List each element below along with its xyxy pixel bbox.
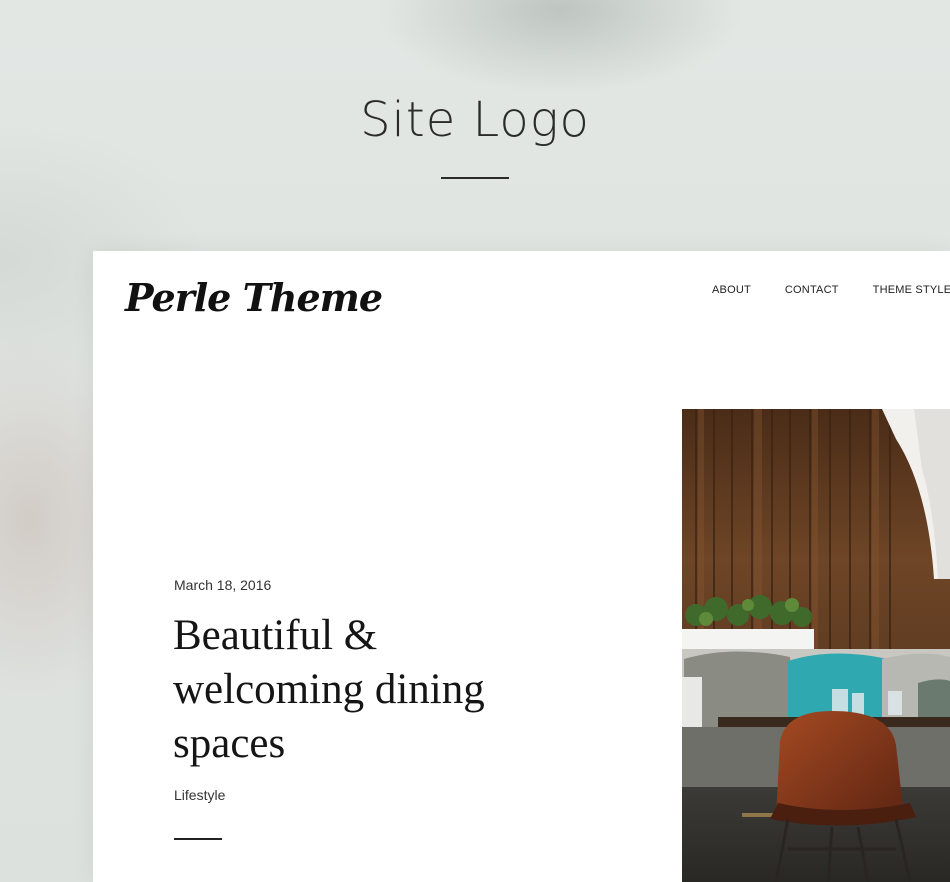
site-logo[interactable]: Perle Theme [125, 275, 383, 320]
nav-item-about[interactable]: ABOUT [712, 284, 751, 296]
dining-room-photo [682, 409, 950, 882]
section-title: Site Logo [360, 92, 590, 148]
post-title[interactable]: Beautiful & welcoming dining spaces [173, 609, 553, 771]
post-divider [174, 838, 222, 840]
theme-preview-mockup: Perle Theme ABOUT CONTACT THEME STYLES M… [93, 251, 950, 882]
post-category[interactable]: Lifestyle [174, 787, 225, 803]
featured-image[interactable] [682, 409, 950, 882]
nav-item-theme-styles[interactable]: THEME STYLES [873, 284, 950, 296]
main-nav: ABOUT CONTACT THEME STYLES [712, 284, 950, 296]
nav-item-theme-styles-label: THEME STYLES [872, 284, 950, 296]
post-date: March 18, 2016 [174, 577, 272, 593]
site-header: Perle Theme ABOUT CONTACT THEME STYLES [93, 251, 950, 407]
title-divider [441, 177, 509, 179]
nav-item-contact[interactable]: CONTACT [785, 284, 839, 296]
